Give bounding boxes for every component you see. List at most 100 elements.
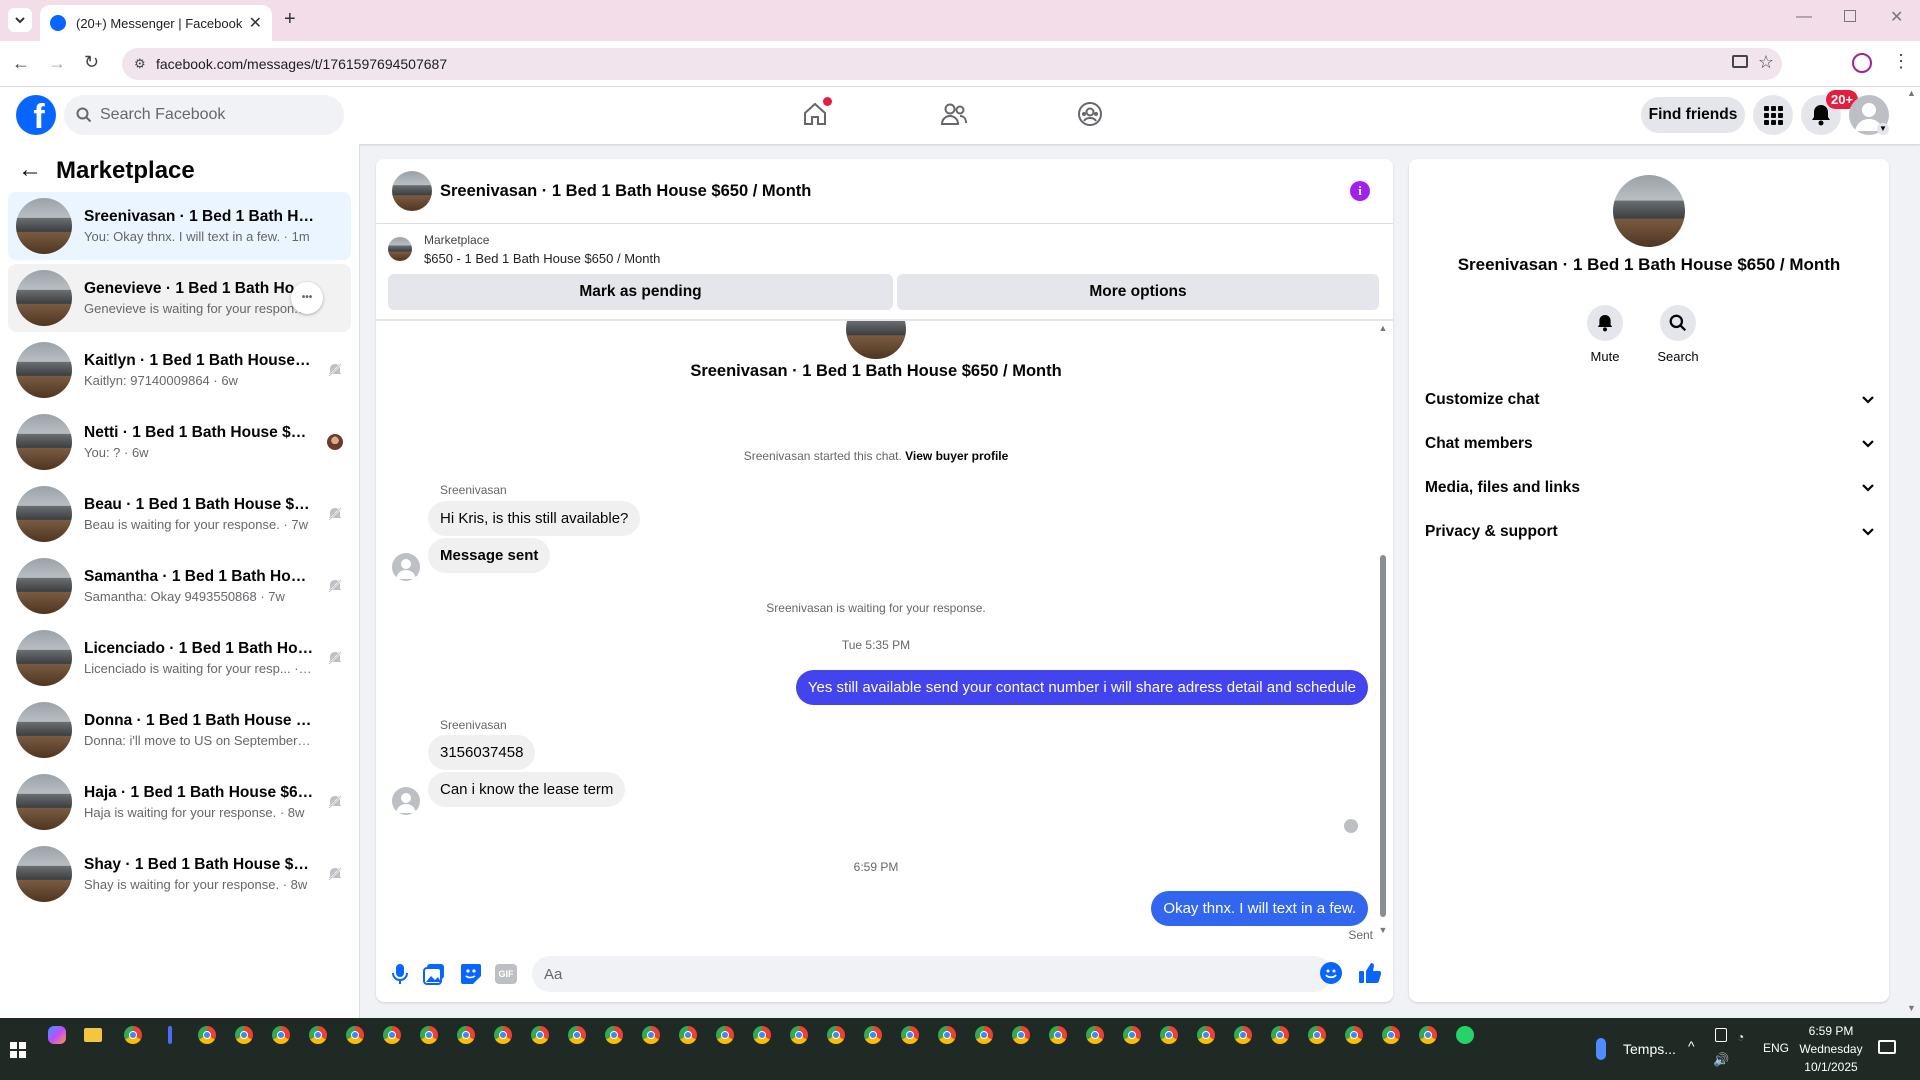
chrome-taskbar-icon[interactable] <box>124 1026 142 1044</box>
search-in-chat-button[interactable]: Search <box>1651 305 1705 364</box>
sender-avatar[interactable] <box>392 553 420 581</box>
chrome-taskbar-icon[interactable] <box>494 1026 512 1044</box>
page-scroll-up-icon[interactable]: ▲ <box>1907 88 1916 98</box>
chrome-taskbar-icon[interactable] <box>901 1026 919 1044</box>
chrome-taskbar-icon[interactable] <box>272 1026 290 1044</box>
sticker-icon[interactable] <box>460 963 482 985</box>
back-arrow-icon[interactable]: ← <box>18 156 42 184</box>
chrome-taskbar-icon[interactable] <box>605 1026 623 1044</box>
weather-text[interactable]: Temps... <box>1623 1041 1676 1057</box>
menu-grid-button[interactable] <box>1753 95 1793 135</box>
chrome-taskbar-icon[interactable] <box>457 1026 475 1044</box>
scroll-thumb[interactable] <box>1380 555 1386 917</box>
reload-icon[interactable]: ↻ <box>84 52 99 73</box>
outgoing-message[interactable]: Okay thnx. I will text in a few. <box>1151 891 1368 926</box>
privacy-support-section[interactable]: Privacy & support <box>1425 514 1875 550</box>
attach-photo-icon[interactable] <box>423 963 445 985</box>
emoji-icon[interactable] <box>1320 962 1342 984</box>
app-taskbar-icon[interactable] <box>168 1026 172 1044</box>
chrome-taskbar-icon[interactable] <box>198 1026 216 1044</box>
conversation-item[interactable]: Samantha · 1 Bed 1 Bath House ... Samanth… <box>8 552 351 620</box>
browser-tab[interactable]: (20+) Messenger | Facebook ✕ <box>40 5 272 41</box>
scroll-down-arrow-icon[interactable]: ▼ <box>1378 925 1388 935</box>
media-files-links-section[interactable]: Media, files and links <box>1425 470 1875 506</box>
conversation-item[interactable]: Netti · 1 Bed 1 Bath House $650 ... You: … <box>8 408 351 476</box>
incoming-message[interactable]: Hi Kris, is this still available? <box>428 501 641 536</box>
incoming-message[interactable]: Can i know the lease term <box>428 772 626 807</box>
chat-members-section[interactable]: Chat members <box>1425 426 1875 462</box>
message-input[interactable]: Aa <box>532 956 1332 992</box>
whatsapp-icon[interactable] <box>1456 1026 1474 1044</box>
chrome-taskbar-icon[interactable] <box>1049 1026 1067 1044</box>
start-button-icon[interactable] <box>10 1042 26 1058</box>
chrome-taskbar-icon[interactable] <box>346 1026 364 1044</box>
chrome-taskbar-icon[interactable] <box>790 1026 808 1044</box>
chat-header-avatar[interactable] <box>392 171 432 211</box>
incoming-message[interactable]: Message sent <box>428 538 551 573</box>
chrome-taskbar-icon[interactable] <box>1345 1026 1363 1044</box>
chrome-taskbar-icon[interactable] <box>864 1026 882 1044</box>
chrome-taskbar-icon[interactable] <box>309 1026 327 1044</box>
gif-icon[interactable]: GIF <box>495 964 517 984</box>
like-thumb-icon[interactable] <box>1358 961 1382 985</box>
chrome-taskbar-icon[interactable] <box>1234 1026 1252 1044</box>
forward-icon[interactable]: → <box>48 53 66 74</box>
tab-search-icon[interactable] <box>8 8 32 32</box>
conversation-item[interactable]: Kaitlyn · 1 Bed 1 Bath House $65... Kaitl… <box>8 336 351 404</box>
account-chevron-icon[interactable]: ▼ <box>1877 123 1889 135</box>
chrome-taskbar-icon[interactable] <box>642 1026 660 1044</box>
mark-as-pending-button[interactable]: Mark as pending <box>388 274 893 310</box>
chrome-taskbar-icon[interactable] <box>679 1026 697 1044</box>
window-minimize-icon[interactable]: — <box>1796 8 1812 26</box>
listing-thumbnail[interactable] <box>388 237 412 261</box>
language-indicator[interactable]: ENG <box>1763 1041 1789 1055</box>
chrome-taskbar-icon[interactable] <box>1012 1026 1030 1044</box>
chrome-taskbar-icon[interactable] <box>1086 1026 1104 1044</box>
clock[interactable]: 6:59 PM Wednesday 10/1/2025 <box>1796 1022 1866 1076</box>
bookmark-star-icon[interactable]: ☆ <box>1758 52 1774 73</box>
info-avatar[interactable] <box>1613 175 1685 247</box>
chrome-taskbar-icon[interactable] <box>716 1026 734 1044</box>
copilot-icon[interactable] <box>48 1026 66 1044</box>
address-bar[interactable]: ⚙ facebook.com/messages/t/17615976945076… <box>122 48 1782 80</box>
chrome-taskbar-icon[interactable] <box>1271 1026 1289 1044</box>
window-close-icon[interactable]: ✕ <box>1890 7 1903 27</box>
window-restore-icon[interactable] <box>1844 10 1856 22</box>
close-tab-icon[interactable]: ✕ <box>249 13 262 33</box>
friends-nav-icon[interactable] <box>940 102 968 126</box>
conversation-item[interactable]: Licenciado · 1 Bed 1 Bath House ... Licen… <box>8 624 351 692</box>
chrome-taskbar-icon[interactable] <box>568 1026 586 1044</box>
find-friends-button[interactable]: Find friends <box>1641 97 1745 133</box>
conversation-item[interactable]: Donna · 1 Bed 1 Bath House $650 /... Donn… <box>8 696 351 764</box>
outgoing-message[interactable]: Yes still available send your contact nu… <box>795 670 1368 705</box>
chrome-taskbar-icon[interactable] <box>235 1026 253 1044</box>
weather-icon[interactable] <box>1596 1038 1606 1060</box>
chrome-taskbar-icon[interactable] <box>1382 1026 1400 1044</box>
tray-chevron-icon[interactable]: ^ <box>1688 1038 1695 1054</box>
scroll-up-arrow-icon[interactable]: ▲ <box>1378 323 1388 333</box>
install-app-icon[interactable] <box>1732 55 1748 68</box>
more-options-button[interactable]: More options <box>897 274 1379 310</box>
chrome-taskbar-icon[interactable] <box>383 1026 401 1044</box>
back-icon[interactable]: ← <box>12 53 30 74</box>
conversation-item[interactable]: Sreenivasan · 1 Bed 1 Bath House $... You… <box>8 192 351 260</box>
chat-title[interactable]: Sreenivasan · 1 Bed 1 Bath House $650 / … <box>440 182 811 201</box>
listing-detail[interactable]: $650 - 1 Bed 1 Bath House $650 / Month <box>424 251 660 266</box>
chat-scrollbar[interactable]: ▲ ▼ <box>1378 323 1388 935</box>
volume-icon[interactable]: 🔊 <box>1713 1052 1729 1068</box>
chrome-taskbar-icon[interactable] <box>1419 1026 1437 1044</box>
chrome-taskbar-icon[interactable] <box>753 1026 771 1044</box>
microphone-icon[interactable] <box>390 963 410 985</box>
facebook-logo-icon[interactable]: f <box>16 95 56 135</box>
chrome-taskbar-icon[interactable] <box>1308 1026 1326 1044</box>
more-options-icon[interactable]: ••• <box>291 282 323 314</box>
customize-chat-section[interactable]: Customize chat <box>1425 382 1875 418</box>
battery-icon[interactable] <box>1715 1028 1727 1042</box>
new-tab-icon[interactable]: + <box>284 8 296 31</box>
wifi-icon[interactable]: ◔ <box>1737 1030 1744 1044</box>
conversation-item[interactable]: Shay · 1 Bed 1 Bath House $650 ... Shay i… <box>8 840 351 908</box>
chrome-taskbar-icon[interactable] <box>1197 1026 1215 1044</box>
chrome-taskbar-icon[interactable] <box>975 1026 993 1044</box>
chrome-taskbar-icon[interactable] <box>420 1026 438 1044</box>
profile-icon[interactable] <box>1852 53 1872 73</box>
